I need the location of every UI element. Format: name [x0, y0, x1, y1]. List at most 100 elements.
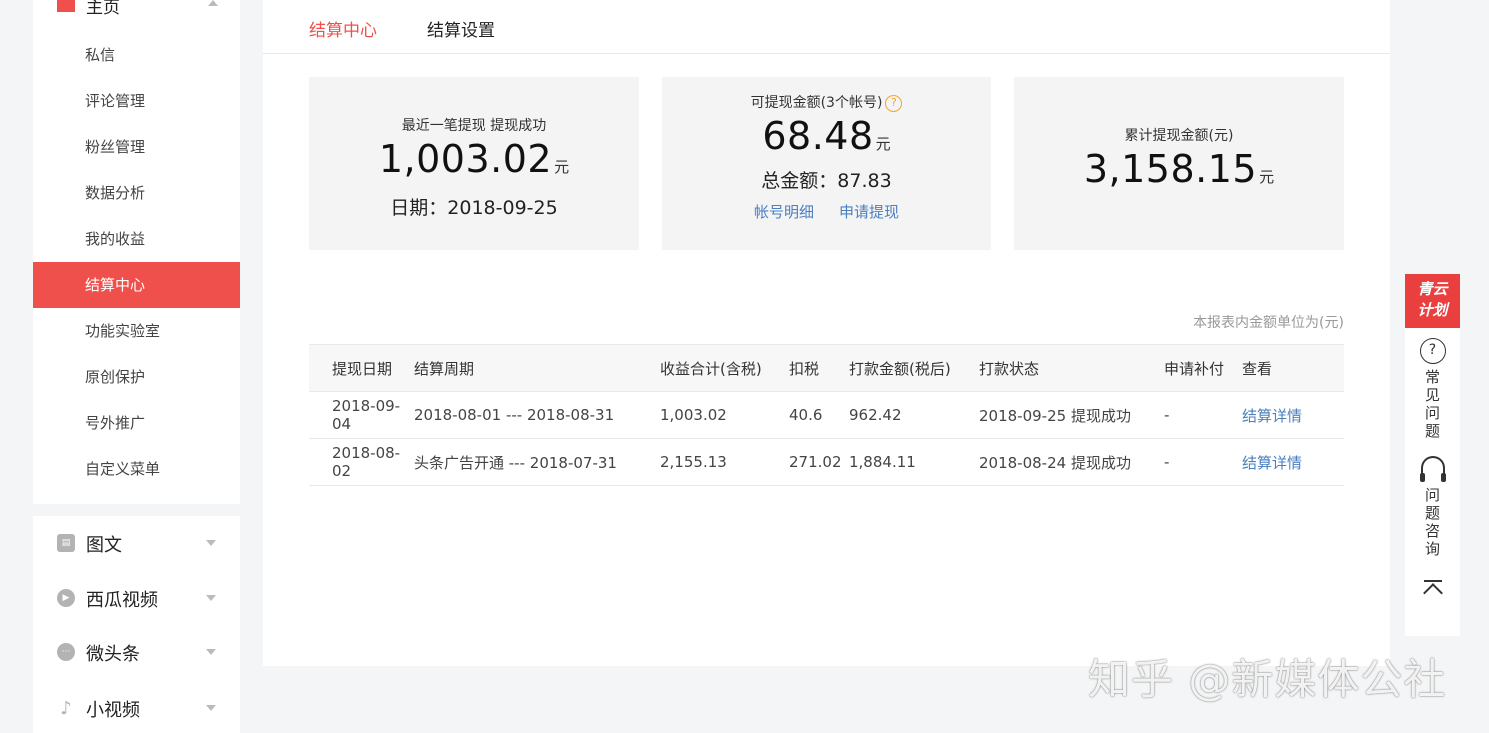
sidebar-item-promotion[interactable]: 号外推广 [33, 400, 240, 446]
cumulative-amount-row: 3,158.15 元 [1014, 147, 1344, 199]
floating-help-bar: 青云 计划 ? 常见问题 问题咨询 [1405, 274, 1460, 636]
cell-supplement: - [1164, 438, 1242, 486]
settlement-details-link[interactable]: 结算详情 [1242, 407, 1302, 425]
sidebar-item-earnings[interactable]: 我的收益 [33, 216, 240, 262]
sidebar-main-menu: 主页 私信 评论管理 粉丝管理 数据分析 我的收益 结算中心 功能实验室 原创保… [33, 0, 240, 504]
cell-supplement: - [1164, 391, 1242, 439]
cell-payout: 1,884.11 [849, 438, 979, 486]
music-note-icon: ♪ [60, 697, 72, 719]
tab-settlement-settings[interactable]: 结算设置 [427, 16, 495, 41]
cell-tax: 271.02 [789, 438, 849, 486]
account-details-link[interactable]: 帐号明细 [754, 203, 814, 221]
apply-withdrawal-link[interactable]: 申请提现 [839, 203, 899, 221]
consult-button[interactable]: 问题咨询 [1405, 456, 1460, 558]
help-menu: ? 常见问题 问题咨询 [1405, 328, 1460, 636]
chevron-up-icon [208, 0, 218, 6]
sidebar-item-settlement[interactable]: 结算中心 [33, 262, 240, 308]
total-balance: 总金额：87.83 [761, 170, 892, 192]
sidebar-group-xigua-video[interactable]: ▶ 西瓜视频 [33, 571, 240, 625]
col-header-tax: 扣税 [789, 344, 849, 392]
last-withdrawal-card: 最近一笔提现 提现成功 1,003.02 元 日期：2018-09-25 [309, 77, 639, 250]
last-withdrawal-title: 最近一笔提现 提现成功 [401, 118, 547, 134]
cell-income: 1,003.02 [660, 391, 789, 439]
currency-unit: 元 [554, 158, 570, 176]
sidebar-item-original[interactable]: 原创保护 [33, 354, 240, 400]
chevron-up-icon [1422, 583, 1443, 603]
sidebar-item-comments[interactable]: 评论管理 [33, 78, 240, 124]
table-row: 2018-09-04 2018-08-01 --- 2018-08-31 1,0… [309, 391, 1344, 439]
cumulative-withdrawal-card: 累计提现金额(元) 3,158.15 元 [1014, 77, 1344, 250]
sidebar-group-label: 小视频 [86, 700, 140, 721]
cell-payout: 962.42 [849, 391, 979, 439]
currency-unit: 元 [1259, 168, 1275, 186]
cell-tax: 40.6 [789, 391, 849, 439]
last-withdrawal-amount-row: 1,003.02 元 [309, 137, 639, 189]
article-icon: ▤ [57, 534, 75, 552]
col-header-supplement: 申请补付 [1164, 344, 1242, 392]
sidebar-home-header[interactable]: 主页 [33, 0, 240, 22]
question-circle-icon: ? [1419, 338, 1446, 364]
tab-settlement-center[interactable]: 结算中心 [309, 16, 377, 41]
available-balance-title: 可提现金额(3个帐号) [750, 95, 883, 111]
col-header-income: 收益合计(含税) [660, 344, 789, 392]
cell-period: 2018-08-01 --- 2018-08-31 [414, 391, 660, 439]
available-balance-card: 可提现金额(3个帐号)? 68.48 元 总金额：87.83 帐号明细 申请提现 [662, 77, 991, 250]
settlement-table: 提现日期 结算周期 收益合计(含税) 扣税 打款金额(税后) 打款状态 申请补付… [309, 344, 1344, 486]
chevron-down-icon [206, 540, 216, 546]
sidebar-item-fans[interactable]: 粉丝管理 [33, 124, 240, 170]
qingyun-plan-badge[interactable]: 青云 计划 [1405, 274, 1460, 328]
cumulative-amount: 3,158.15 [1083, 147, 1258, 191]
sidebar-group-micro-headline[interactable]: ··· 微头条 [33, 625, 240, 679]
qingyun-badge-line1: 青云 [1417, 280, 1448, 298]
cell-period: 头条广告开通 --- 2018-07-31 [414, 438, 660, 486]
table-header-row: 提现日期 结算周期 收益合计(含税) 扣税 打款金额(税后) 打款状态 申请补付… [309, 344, 1344, 392]
col-header-status: 打款状态 [979, 344, 1164, 392]
help-icon[interactable]: ? [885, 95, 903, 112]
sidebar-item-custom-menu[interactable]: 自定义菜单 [33, 446, 240, 492]
sidebar-group-label: 西瓜视频 [86, 590, 158, 611]
chevron-down-icon [206, 705, 216, 711]
tab-bar: 结算中心 结算设置 [263, 0, 1390, 54]
headset-icon [1419, 456, 1446, 482]
sidebar-content-groups: ▤ 图文 ▶ 西瓜视频 ··· 微头条 ♪ 小视频 [33, 516, 240, 733]
watermark-text: 知乎 @新媒体公社 [1088, 655, 1447, 704]
cell-view: 结算详情 [1242, 438, 1344, 486]
chevron-down-icon [206, 649, 216, 655]
col-header-period: 结算周期 [414, 344, 660, 392]
faq-button[interactable]: ? 常见问题 [1405, 338, 1460, 440]
table-row: 2018-08-02 头条广告开通 --- 2018-07-31 2,155.1… [309, 438, 1344, 486]
chat-bubble-icon: ··· [57, 643, 75, 661]
qingyun-badge-line2: 计划 [1417, 301, 1448, 319]
sidebar-item-lab[interactable]: 功能实验室 [33, 308, 240, 354]
col-header-view: 查看 [1242, 344, 1344, 392]
sidebar-home-label: 主页 [86, 0, 120, 18]
cell-status: 2018-08-24 提现成功 [979, 438, 1164, 486]
sidebar-item-analytics[interactable]: 数据分析 [33, 170, 240, 216]
settlement-details-link[interactable]: 结算详情 [1242, 454, 1302, 472]
faq-label: 常见问题 [1424, 368, 1440, 440]
table-unit-note: 本报表内金额单位为(元) [1193, 315, 1344, 331]
settlement-panel: 结算中心 结算设置 最近一笔提现 提现成功 1,003.02 元 日期：2018-… [263, 0, 1390, 666]
sidebar-group-article[interactable]: ▤ 图文 [33, 516, 240, 570]
cell-date: 2018-08-02 [309, 438, 414, 486]
cell-status: 2018-09-25 提现成功 [979, 391, 1164, 439]
cumulative-title: 累计提现金额(元) [1124, 128, 1234, 144]
consult-label: 问题咨询 [1424, 486, 1440, 558]
cell-date: 2018-09-04 [309, 391, 414, 439]
cell-income: 2,155.13 [660, 438, 789, 486]
balance-links: 帐号明细 申请提现 [662, 201, 991, 222]
video-play-icon: ▶ [57, 589, 75, 607]
sidebar-item-messages[interactable]: 私信 [33, 32, 240, 78]
back-to-top-button[interactable] [1405, 580, 1460, 620]
available-balance-title-row: 可提现金额(3个帐号)? [662, 92, 991, 112]
last-withdrawal-date: 日期：2018-09-25 [390, 197, 558, 219]
col-header-date: 提现日期 [309, 344, 414, 392]
last-withdrawal-amount: 1,003.02 [378, 137, 553, 181]
home-icon [57, 0, 75, 12]
sidebar-group-label: 图文 [86, 535, 122, 556]
cell-view: 结算详情 [1242, 391, 1344, 439]
sidebar-group-short-video[interactable]: ♪ 小视频 [33, 681, 240, 733]
sidebar-group-label: 微头条 [86, 644, 140, 665]
chevron-down-icon [206, 595, 216, 601]
available-amount: 68.48 [762, 114, 874, 158]
